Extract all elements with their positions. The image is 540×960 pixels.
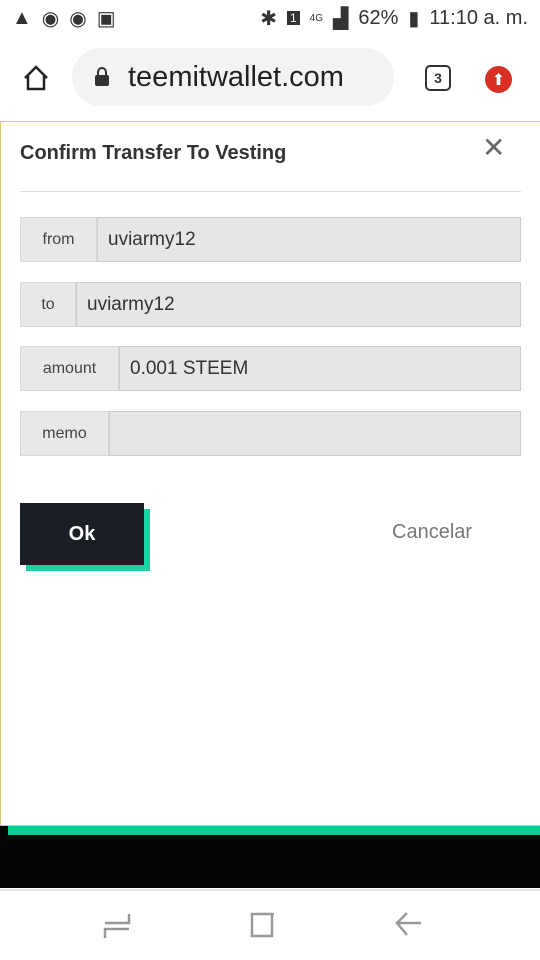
image-icon: ▣	[96, 7, 116, 30]
home-icon[interactable]	[22, 64, 50, 92]
accent-bar	[8, 826, 540, 835]
notification-icon: ◉	[69, 7, 87, 30]
battery-icon: ▮	[408, 7, 420, 30]
network-type: 4G	[309, 12, 323, 24]
from-label: from	[20, 217, 97, 262]
signal-icon: ▟	[332, 7, 349, 30]
lock-icon	[95, 67, 109, 86]
amount-label: amount	[20, 346, 119, 391]
amount-field[interactable]: 0.001 STEEM	[119, 346, 521, 391]
divider	[20, 191, 521, 192]
navigation-bar	[0, 889, 540, 960]
amount-row: amount 0.001 STEEM	[20, 346, 521, 391]
cancel-button[interactable]: Cancelar	[392, 521, 472, 544]
notification-icon: ◉	[41, 7, 60, 30]
background-page	[0, 826, 540, 888]
recent-apps-icon[interactable]	[103, 913, 131, 939]
update-icon[interactable]: ⬆	[485, 66, 512, 93]
from-row: from uviarmy12	[20, 217, 521, 262]
bluetooth-icon: ✱	[260, 7, 277, 30]
back-icon[interactable]	[395, 911, 423, 939]
url-text: teemitwallet.com	[128, 60, 344, 93]
tab-switcher-button[interactable]: 3	[425, 65, 451, 91]
close-icon[interactable]: ✕	[482, 131, 505, 164]
battery-level: 62%	[358, 6, 399, 29]
home-nav-icon[interactable]	[250, 911, 276, 939]
from-field[interactable]: uviarmy12	[97, 217, 521, 262]
to-label: to	[20, 282, 76, 327]
status-bar: ▲ ◉ ◉ ▣ ✱ 1 4G ▟ 62% ▮ 11:10 a. m.	[0, 0, 540, 36]
memo-label: memo	[20, 411, 109, 456]
memo-row: memo	[20, 411, 521, 456]
memo-field[interactable]	[109, 411, 521, 456]
to-row: to uviarmy12	[20, 282, 521, 327]
ok-button[interactable]: Ok	[20, 503, 144, 565]
clock: 11:10 a. m.	[429, 6, 528, 29]
tab-count: 3	[434, 70, 442, 86]
to-field[interactable]: uviarmy12	[76, 282, 521, 327]
address-bar[interactable]: teemitwallet.com	[72, 48, 394, 106]
dialog-title: Confirm Transfer To Vesting	[20, 142, 287, 164]
browser-toolbar: teemitwallet.com 3 ⬆	[0, 36, 540, 120]
sim-icon: 1	[286, 11, 300, 25]
warning-icon: ▲	[12, 6, 32, 29]
